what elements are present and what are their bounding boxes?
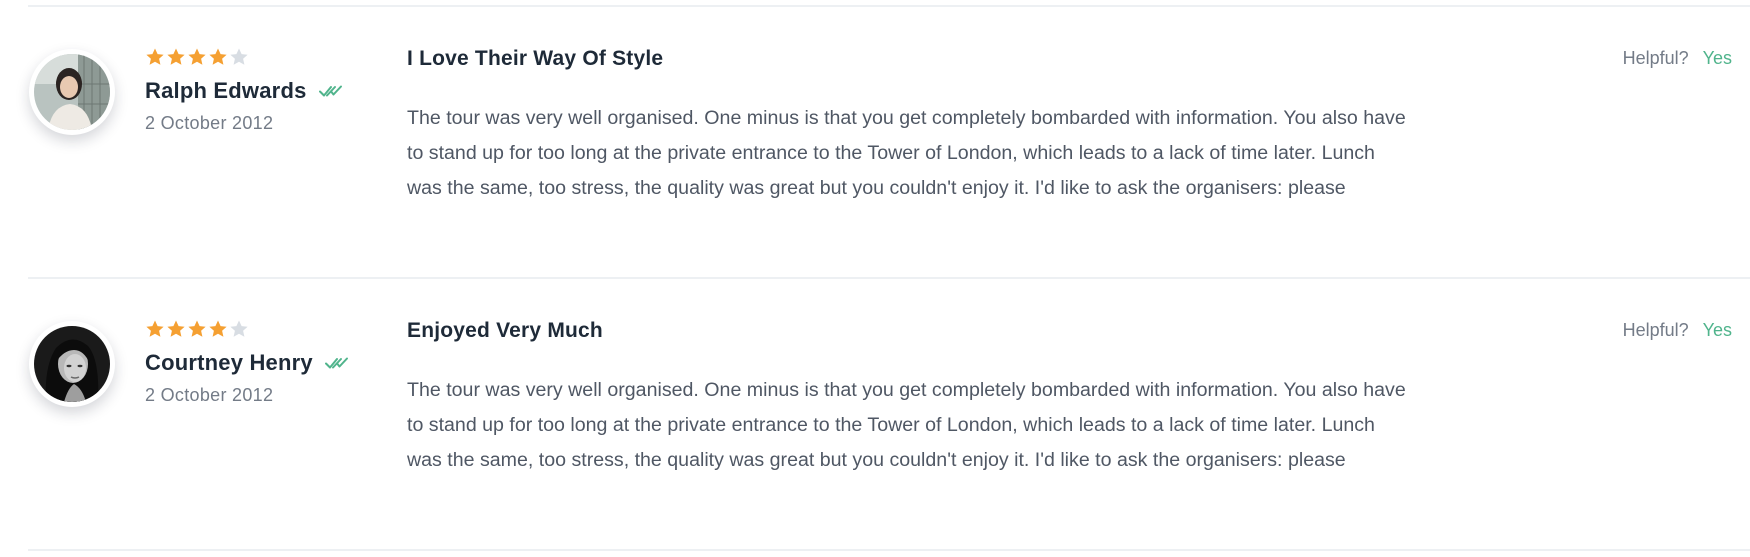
star-empty-icon bbox=[229, 319, 249, 339]
author-row: Ralph Edwards bbox=[145, 78, 343, 104]
helpful-label: Helpful? bbox=[1622, 48, 1689, 68]
helpful-prompt: Helpful? Yes bbox=[1623, 48, 1732, 69]
author-name: Courtney Henry bbox=[145, 350, 313, 375]
star-icon bbox=[145, 47, 165, 67]
helpful-yes-button[interactable]: Yes bbox=[1703, 48, 1732, 69]
double-check-icon bbox=[318, 83, 343, 99]
star-icon bbox=[187, 47, 207, 67]
author-name: Ralph Edwards bbox=[145, 78, 307, 103]
star-icon bbox=[208, 319, 228, 339]
helpful-label: Helpful? bbox=[1622, 320, 1689, 340]
author-row: Courtney Henry bbox=[145, 350, 349, 376]
review-item: Ralph Edwards 2 October 2012 I Love Thei… bbox=[0, 0, 1750, 272]
star-icon bbox=[208, 47, 228, 67]
rating-stars bbox=[145, 47, 250, 69]
review-item: Courtney Henry 2 October 2012 Enjoyed Ve… bbox=[0, 272, 1750, 544]
review-title: Enjoyed Very Much bbox=[407, 319, 603, 342]
helpful-yes-button[interactable]: Yes bbox=[1703, 320, 1732, 341]
helpful-prompt: Helpful? Yes bbox=[1623, 320, 1732, 341]
avatar[interactable] bbox=[29, 321, 115, 407]
double-check-icon bbox=[324, 355, 349, 371]
star-icon bbox=[166, 319, 186, 339]
review-title: I Love Their Way Of Style bbox=[407, 47, 664, 70]
reviewer-photo bbox=[34, 326, 110, 402]
review-date: 2 October 2012 bbox=[145, 385, 274, 405]
review-body: The tour was very well organised. One mi… bbox=[407, 379, 1406, 471]
review-body: The tour was very well organised. One mi… bbox=[407, 107, 1406, 199]
star-empty-icon bbox=[229, 47, 249, 67]
review-date: 2 October 2012 bbox=[145, 113, 274, 133]
reviewer-photo bbox=[34, 54, 110, 130]
rating-stars bbox=[145, 319, 250, 341]
divider bbox=[28, 549, 1750, 551]
star-icon bbox=[166, 47, 186, 67]
avatar[interactable] bbox=[29, 49, 115, 135]
star-icon bbox=[145, 319, 165, 339]
star-icon bbox=[187, 319, 207, 339]
reviews-list: Ralph Edwards 2 October 2012 I Love Thei… bbox=[0, 0, 1750, 557]
